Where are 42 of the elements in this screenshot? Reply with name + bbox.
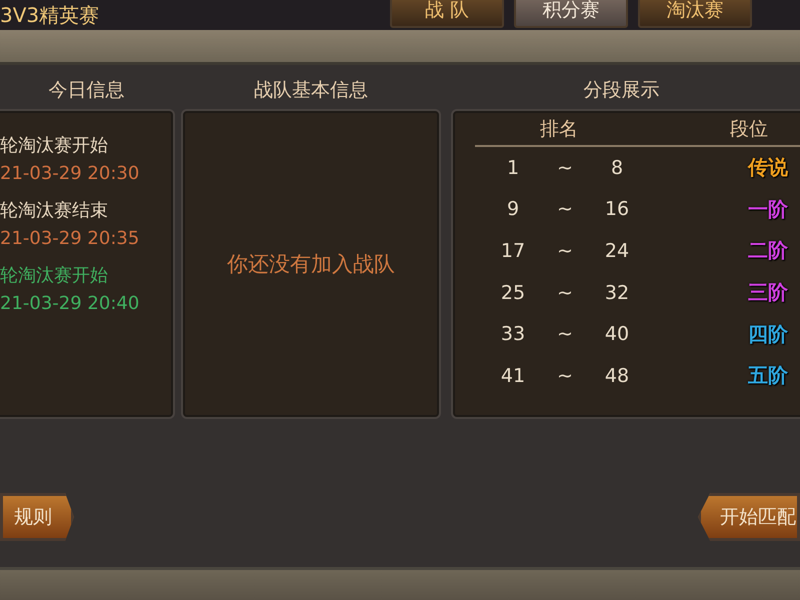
tab[interactable]: 淘汰赛 bbox=[638, 0, 752, 28]
rank-cell-text: 40 bbox=[604, 323, 630, 346]
rank-cell-text: 32 bbox=[604, 282, 630, 304]
event-title: 轮淘汰赛开始 bbox=[0, 264, 109, 287]
rank-cell-text: 16 bbox=[604, 198, 630, 220]
tier-label: 二阶 bbox=[748, 237, 788, 264]
page-title: 3V3精英赛 bbox=[0, 2, 100, 29]
rank-cell-text: 48 bbox=[604, 364, 630, 387]
event-time: 21-03-29 20:40 bbox=[0, 293, 140, 314]
section-heading: 战队基本信息 bbox=[253, 78, 369, 103]
tier-label: 三阶 bbox=[748, 279, 788, 306]
rank-separator: ~ bbox=[556, 323, 574, 346]
rank-cell-text: 1 bbox=[506, 156, 520, 179]
rank-cell-text: 25 bbox=[500, 282, 526, 304]
event-time: 21-03-29 20:30 bbox=[0, 163, 140, 184]
rank-cell-text: 8 bbox=[610, 156, 624, 179]
rank-cell-text: 41 bbox=[500, 364, 526, 387]
rank-separator: ~ bbox=[556, 198, 574, 220]
section-heading: 今日信息 bbox=[48, 78, 126, 103]
empty-message: 你还没有加入战队 bbox=[227, 251, 395, 278]
rank-separator: ~ bbox=[556, 282, 574, 304]
event-title: 轮淘汰赛开始 bbox=[0, 134, 109, 157]
rank-separator: ~ bbox=[556, 364, 574, 387]
section-heading: 分段展示 bbox=[582, 78, 660, 103]
rank-separator: ~ bbox=[556, 240, 574, 262]
column-header: 段位 bbox=[730, 117, 768, 142]
action-button[interactable]: 规则 bbox=[0, 493, 74, 541]
tier-label: 传说 bbox=[748, 154, 788, 182]
rank-separator: ~ bbox=[556, 156, 574, 179]
event-time: 21-03-29 20:35 bbox=[0, 228, 140, 249]
tab[interactable]: 战 队 bbox=[390, 0, 504, 28]
column-header: 排名 bbox=[540, 117, 578, 142]
event-title: 轮淘汰赛结束 bbox=[0, 199, 109, 222]
tier-label: 五阶 bbox=[748, 362, 788, 390]
rank-cell-text: 24 bbox=[604, 240, 630, 262]
rank-cell-text: 17 bbox=[500, 240, 526, 262]
tab[interactable]: 积分赛 bbox=[514, 0, 628, 28]
tier-label: 一阶 bbox=[748, 196, 788, 223]
rank-cell-text: 33 bbox=[500, 323, 526, 346]
action-button[interactable]: 开始匹配 bbox=[698, 493, 800, 541]
tier-label: 四阶 bbox=[748, 320, 788, 348]
rank-cell-text: 9 bbox=[506, 198, 520, 220]
